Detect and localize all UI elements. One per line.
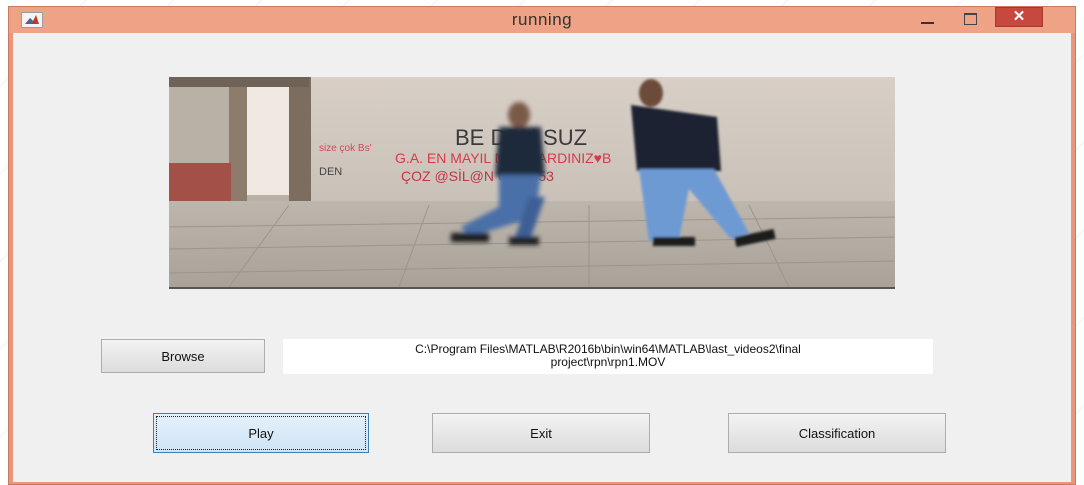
file-path-display: C:\Program Files\MATLAB\R2016b\bin\win64…	[283, 339, 933, 374]
svg-text:DEN: DEN	[319, 166, 342, 178]
svg-text:size çok Bs': size çok Bs'	[319, 143, 372, 154]
video-frame-image: BE DEN SUZ G.A. EN MAYIL NASIL ARDINIZ♥B…	[169, 77, 895, 287]
app-window: running ✕ BE SUZ G.A. EN MAYIL ARDINIZ♥B…	[8, 6, 1076, 485]
minimize-icon[interactable]	[913, 9, 943, 29]
exit-button[interactable]: Exit	[432, 413, 650, 453]
video-preview: BE DEN SUZ G.A. EN MAYIL NASIL ARDINIZ♥B…	[169, 77, 895, 289]
close-icon[interactable]: ✕	[995, 7, 1043, 27]
title-bar[interactable]: running ✕	[9, 7, 1075, 33]
figure-client-area: BE DEN SUZ G.A. EN MAYIL NASIL ARDINIZ♥B…	[13, 33, 1071, 482]
maximize-icon[interactable]	[955, 9, 985, 29]
classification-button[interactable]: Classification	[728, 413, 946, 453]
browse-button[interactable]: Browse	[101, 339, 265, 373]
play-button[interactable]: Play	[153, 413, 369, 453]
file-path-line-2: project\rpn\rpn1.MOV	[550, 355, 666, 369]
